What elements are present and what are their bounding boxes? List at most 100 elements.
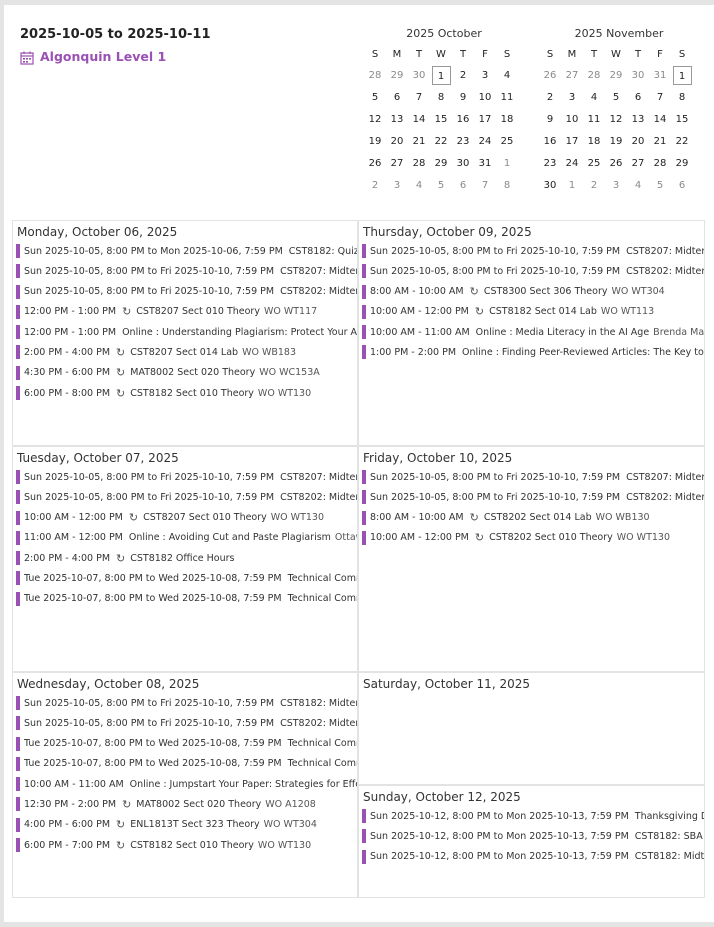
mini-calendar-day[interactable]: 27	[561, 64, 583, 86]
day-number[interactable]: 24	[566, 158, 579, 169]
mini-calendar-day[interactable]: 29	[671, 152, 693, 174]
day-number[interactable]: 16	[457, 114, 470, 125]
event-title[interactable]: Technical Communication	[288, 738, 357, 749]
day-number[interactable]: 13	[391, 114, 404, 125]
mini-calendar-day[interactable]: 25	[496, 130, 518, 152]
event-title[interactable]: CST8202 Sect 014 Lab	[484, 512, 592, 523]
mini-calendar-day[interactable]: 14	[408, 108, 430, 130]
day-number[interactable]: 6	[460, 180, 466, 191]
day-number[interactable]: 5	[372, 92, 378, 103]
event-item[interactable]: 4:30 PM - 6:00 PM ↻ MAT8002 Sect 020 Theor…	[13, 365, 357, 381]
day-number[interactable]: 29	[676, 158, 689, 169]
event-title[interactable]: CST8207: Midterm	[626, 246, 704, 257]
event-item[interactable]: Tue 2025-10-07, 8:00 PM to Wed 2025-10-0…	[13, 756, 357, 772]
event-title[interactable]: CST8182: Midterm	[635, 851, 704, 862]
day-number[interactable]: 4	[635, 180, 641, 191]
day-number[interactable]: 14	[413, 114, 426, 125]
day-number[interactable]: 8	[504, 180, 510, 191]
mini-calendar-day[interactable]: 3	[386, 174, 408, 196]
event-item[interactable]: 8:00 AM - 10:00 AM ↻ CST8300 Sect 306 Theo…	[359, 284, 704, 300]
mini-calendar-day[interactable]: 6	[671, 174, 693, 196]
event-item[interactable]: Sun 2025-10-05, 8:00 PM to Fri 2025-10-1…	[359, 489, 704, 505]
mini-calendar-day[interactable]: 30	[452, 152, 474, 174]
day-number[interactable]: 28	[413, 158, 426, 169]
day-number[interactable]: 30	[457, 158, 470, 169]
day-number[interactable]: 11	[588, 114, 601, 125]
mini-calendar-day[interactable]: 9	[539, 108, 561, 130]
mini-calendar-day[interactable]: 30	[539, 174, 561, 196]
mini-calendar-day[interactable]: 1	[671, 64, 693, 86]
day-number[interactable]: 26	[610, 158, 623, 169]
event-title[interactable]: Technical Communication	[288, 573, 357, 584]
event-title[interactable]: Online : Understanding Plagiarism: Prote…	[122, 327, 357, 338]
mini-calendar-day[interactable]: 5	[430, 174, 452, 196]
event-item[interactable]: 8:00 AM - 10:00 AM ↻ CST8202 Sect 014 Lab W…	[359, 510, 704, 526]
event-item[interactable]: 2:00 PM - 4:00 PM ↻ CST8182 Office Hours	[13, 550, 357, 566]
mini-calendar-day[interactable]: 31	[474, 152, 496, 174]
event-title[interactable]: CST8182: SBA #1	[635, 831, 704, 842]
day-number[interactable]: 26	[369, 158, 382, 169]
day-number[interactable]: 2	[547, 92, 553, 103]
event-title[interactable]: Technical Communication	[288, 758, 357, 769]
mini-calendar-day[interactable]: 12	[605, 108, 627, 130]
day-number[interactable]: 30	[413, 70, 426, 81]
event-item[interactable]: Sun 2025-10-05, 8:00 PM to Mon 2025-10-0…	[13, 243, 357, 259]
day-number[interactable]: 19	[610, 136, 623, 147]
day-number[interactable]: 12	[369, 114, 382, 125]
day-number[interactable]: 5	[438, 180, 444, 191]
mini-calendar-day[interactable]: 7	[474, 174, 496, 196]
day-number[interactable]: 23	[544, 158, 557, 169]
mini-calendar-day[interactable]: 30	[408, 64, 430, 86]
mini-calendar-day[interactable]: 1	[430, 64, 452, 86]
day-number[interactable]: 18	[588, 136, 601, 147]
event-title[interactable]: CST8207 Sect 010 Theory	[143, 512, 267, 523]
day-number[interactable]: 3	[569, 92, 575, 103]
mini-calendar-day[interactable]: 27	[627, 152, 649, 174]
day-number[interactable]: 29	[610, 70, 623, 81]
day-number[interactable]: 30	[544, 180, 557, 191]
day-number[interactable]: 7	[657, 92, 663, 103]
day-number[interactable]: 16	[544, 136, 557, 147]
mini-calendar-day[interactable]: 16	[452, 108, 474, 130]
event-title[interactable]: MAT8002 Sect 020 Theory	[130, 367, 255, 378]
mini-calendar-day[interactable]: 21	[408, 130, 430, 152]
event-title[interactable]: CST8202: Midterm	[280, 492, 357, 503]
event-title[interactable]: CST8182 Sect 010 Theory	[130, 388, 254, 399]
mini-calendar-day[interactable]: 31	[649, 64, 671, 86]
event-item[interactable]: Tue 2025-10-07, 8:00 PM to Wed 2025-10-0…	[13, 591, 357, 607]
day-number[interactable]: 9	[460, 92, 466, 103]
day-number[interactable]: 29	[435, 158, 448, 169]
event-item[interactable]: Tue 2025-10-07, 8:00 PM to Wed 2025-10-0…	[13, 570, 357, 586]
day-number[interactable]: 7	[416, 92, 422, 103]
mini-calendar-day[interactable]: 28	[583, 64, 605, 86]
mini-calendar-day[interactable]: 21	[649, 130, 671, 152]
event-item[interactable]: 6:00 PM - 8:00 PM ↻ CST8182 Sect 010 Theor…	[13, 385, 357, 401]
day-number[interactable]: 21	[413, 136, 426, 147]
mini-calendar-day[interactable]: 28	[364, 64, 386, 86]
day-number[interactable]: 25	[501, 136, 514, 147]
day-number[interactable]: 30	[632, 70, 645, 81]
day-number[interactable]: 21	[654, 136, 667, 147]
event-item[interactable]: Sun 2025-10-05, 8:00 PM to Fri 2025-10-1…	[13, 489, 357, 505]
day-number[interactable]: 24	[479, 136, 492, 147]
day-number[interactable]: 5	[657, 180, 663, 191]
mini-calendar-day[interactable]: 6	[386, 86, 408, 108]
mini-calendar-day[interactable]: 23	[452, 130, 474, 152]
event-item[interactable]: 4:00 PM - 6:00 PM ↻ ENL1813T Sect 323 Theo…	[13, 817, 357, 833]
mini-calendar-day[interactable]: 26	[364, 152, 386, 174]
event-title[interactable]: CST8207 Sect 014 Lab	[130, 347, 238, 358]
day-number[interactable]: 3	[394, 180, 400, 191]
mini-calendar-day[interactable]: 28	[408, 152, 430, 174]
event-item[interactable]: Sun 2025-10-05, 8:00 PM to Fri 2025-10-1…	[13, 695, 357, 711]
mini-calendar-day[interactable]: 5	[649, 174, 671, 196]
mini-calendar-day[interactable]: 9	[452, 86, 474, 108]
mini-calendar-day[interactable]: 7	[649, 86, 671, 108]
day-number[interactable]: 18	[501, 114, 514, 125]
event-item[interactable]: 1:00 PM - 2:00 PM Online : Finding Peer-R…	[359, 344, 704, 360]
day-number[interactable]: 4	[591, 92, 597, 103]
day-number[interactable]: 5	[613, 92, 619, 103]
event-item[interactable]: Sun 2025-10-05, 8:00 PM to Fri 2025-10-1…	[13, 469, 357, 485]
mini-calendar-day[interactable]: 4	[408, 174, 430, 196]
mini-calendar-day[interactable]: 27	[386, 152, 408, 174]
event-title[interactable]: ENL1813T Sect 323 Theory	[130, 819, 259, 830]
